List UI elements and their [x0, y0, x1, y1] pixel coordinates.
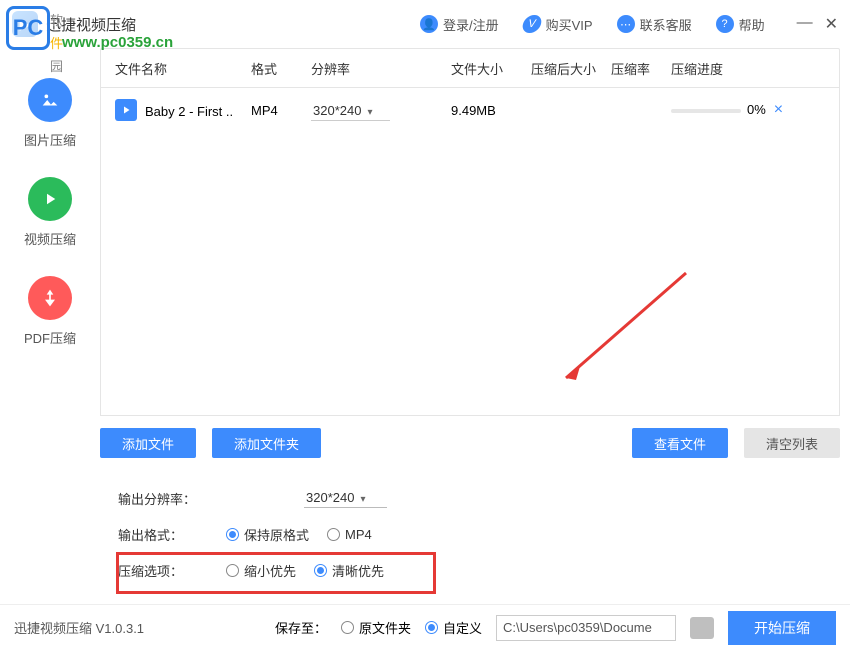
app-title: 迅捷视频压缩	[46, 14, 136, 35]
version-label: 迅捷视频压缩 V1.0.3.1	[14, 618, 144, 637]
table-row[interactable]: Baby 2 - First .. MP4 320*240▾ 9.49MB 0%…	[101, 88, 839, 132]
close-button[interactable]: ✕	[825, 14, 838, 34]
footer: 迅捷视频压缩 V1.0.3.1 保存至： 原文件夹 自定义 开始压缩	[0, 604, 850, 650]
compress-small-radio[interactable]: 缩小优先	[226, 561, 296, 580]
save-original-radio[interactable]: 原文件夹	[341, 618, 411, 637]
login-link[interactable]: 👤登录/注册	[420, 15, 499, 34]
clear-list-button[interactable]: 清空列表	[744, 428, 840, 458]
compress-option-row: 压缩选项： 缩小优先 清晰优先	[118, 552, 840, 588]
start-compress-button[interactable]: 开始压缩	[728, 611, 836, 645]
chevron-down-icon: ▾	[367, 107, 372, 118]
help-link[interactable]: ?帮助	[716, 15, 765, 34]
image-icon	[28, 78, 72, 122]
buy-vip-link[interactable]: V购买VIP	[523, 15, 593, 34]
row-resolution-select[interactable]: 320*240▾	[311, 101, 390, 121]
sidebar-item-image[interactable]: 图片压缩	[24, 78, 76, 149]
view-file-button[interactable]: 查看文件	[632, 428, 728, 458]
output-format-row: 输出格式： 保持原格式 MP4	[118, 516, 840, 552]
vip-icon: V	[520, 15, 543, 33]
titlebar: ▶ 迅捷视频压缩 👤登录/注册 V购买VIP ⋯联系客服 ?帮助 — ✕	[0, 0, 850, 48]
minimize-button[interactable]: —	[797, 14, 813, 34]
sidebar-item-pdf[interactable]: PDF压缩	[24, 276, 76, 347]
progress-bar	[671, 109, 741, 113]
chevron-down-icon: ▾	[360, 494, 365, 505]
add-folder-button[interactable]: 添加文件夹	[212, 428, 321, 458]
sidebar-item-video[interactable]: 视频压缩	[24, 177, 76, 248]
sidebar: 图片压缩 视频压缩 PDF压缩	[0, 48, 100, 603]
format-keep-radio[interactable]: 保持原格式	[226, 525, 309, 544]
output-resolution-select[interactable]: 320*240▾	[304, 488, 387, 508]
contact-service-link[interactable]: ⋯联系客服	[617, 15, 692, 34]
save-custom-radio[interactable]: 自定义	[425, 618, 482, 637]
table-header: 文件名称 格式 分辨率 文件大小 压缩后大小 压缩率 压缩进度	[100, 48, 840, 88]
help-icon: ?	[716, 15, 734, 33]
output-resolution-row: 输出分辨率： 320*240▾	[118, 480, 840, 516]
user-icon: 👤	[420, 15, 438, 33]
remove-row-button[interactable]: ×	[774, 101, 783, 118]
add-file-button[interactable]: 添加文件	[100, 428, 196, 458]
folder-icon[interactable]	[690, 617, 714, 639]
file-list: Baby 2 - First .. MP4 320*240▾ 9.49MB 0%…	[100, 88, 840, 416]
format-mp4-radio[interactable]: MP4	[327, 527, 372, 542]
save-path-input[interactable]	[496, 615, 676, 641]
chat-icon: ⋯	[617, 15, 635, 33]
play-file-icon	[115, 99, 137, 121]
annotation-arrow	[551, 268, 691, 388]
compress-clear-radio[interactable]: 清晰优先	[314, 561, 384, 580]
video-icon	[28, 177, 72, 221]
app-logo-icon: ▶	[12, 11, 38, 37]
pdf-icon	[28, 276, 72, 320]
